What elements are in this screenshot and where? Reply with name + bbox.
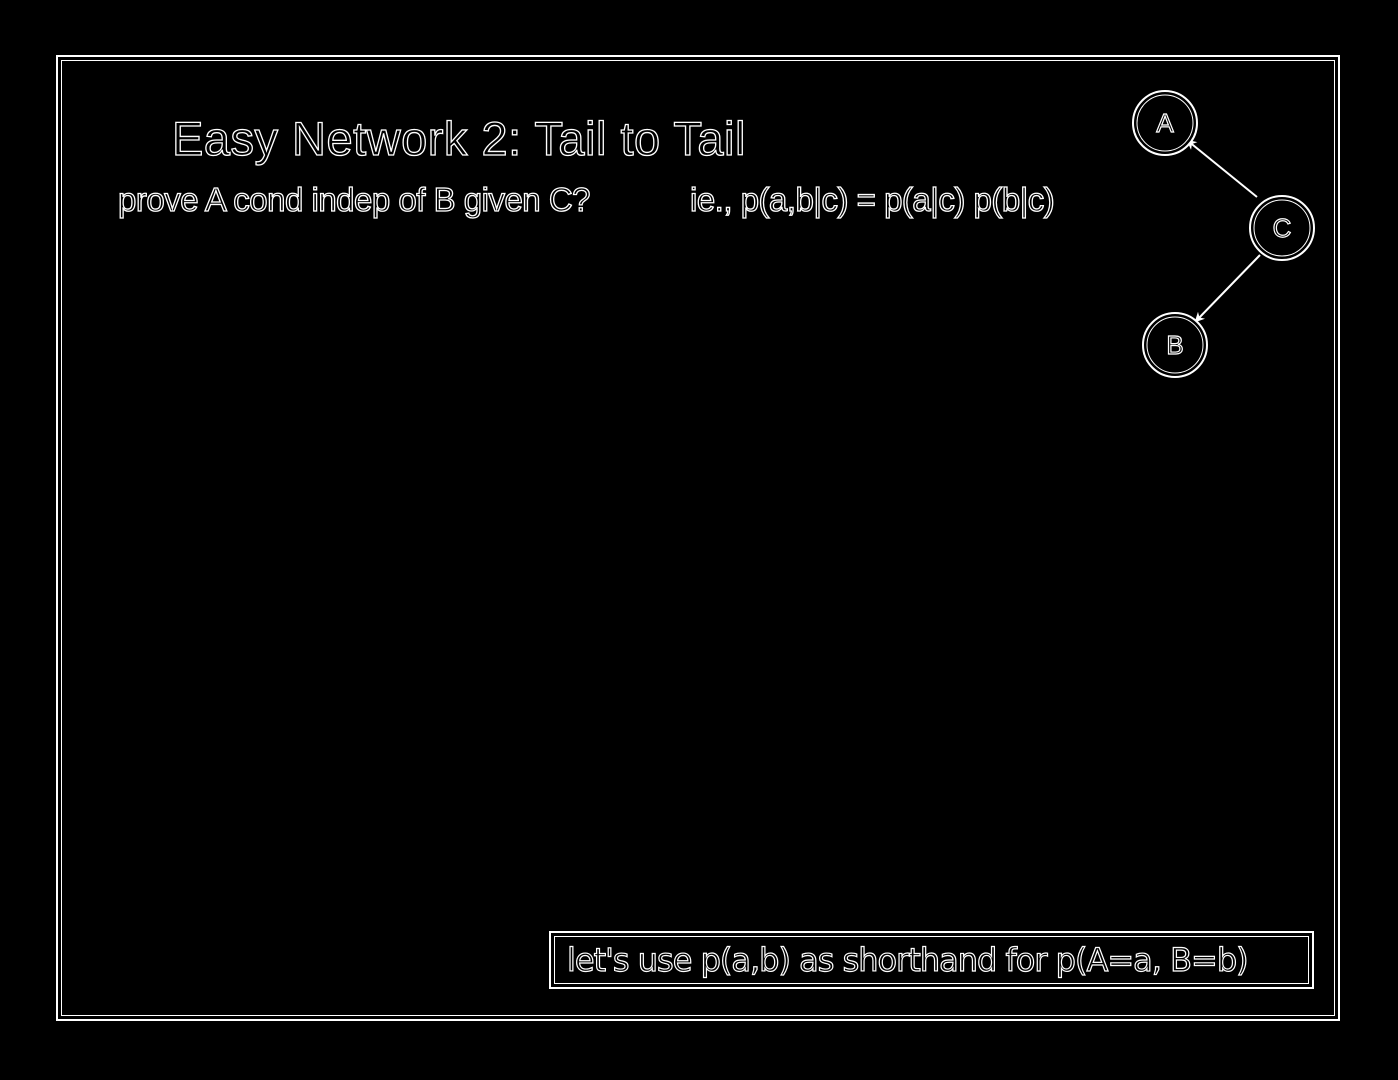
node-b: B [1142, 312, 1208, 378]
bayes-network-diagram: A C B [1132, 90, 1315, 378]
shorthand-note-box: let's use p(a,b) as shorthand for p(A=a,… [549, 931, 1314, 989]
node-b-label: B [1166, 330, 1183, 360]
edge-c-to-b [1194, 254, 1261, 323]
node-c: C [1249, 195, 1315, 261]
node-a: A [1132, 90, 1198, 156]
slide-title: Easy Network 2: Tail to Tail [171, 111, 746, 165]
question-text: prove A cond indep of B given C? [117, 180, 591, 218]
shorthand-note-text: let's use p(a,b) as shorthand for p(A=a,… [566, 940, 1249, 979]
node-c-label: C [1273, 213, 1292, 243]
node-a-label: A [1156, 108, 1174, 138]
formula-text: ie., p(a,b|c) = p(a|c) p(b|c) [689, 180, 1055, 218]
slide-stage: Easy Network 2: Tail to Tail prove A con… [0, 0, 1398, 1080]
edge-c-to-a [1186, 139, 1258, 198]
